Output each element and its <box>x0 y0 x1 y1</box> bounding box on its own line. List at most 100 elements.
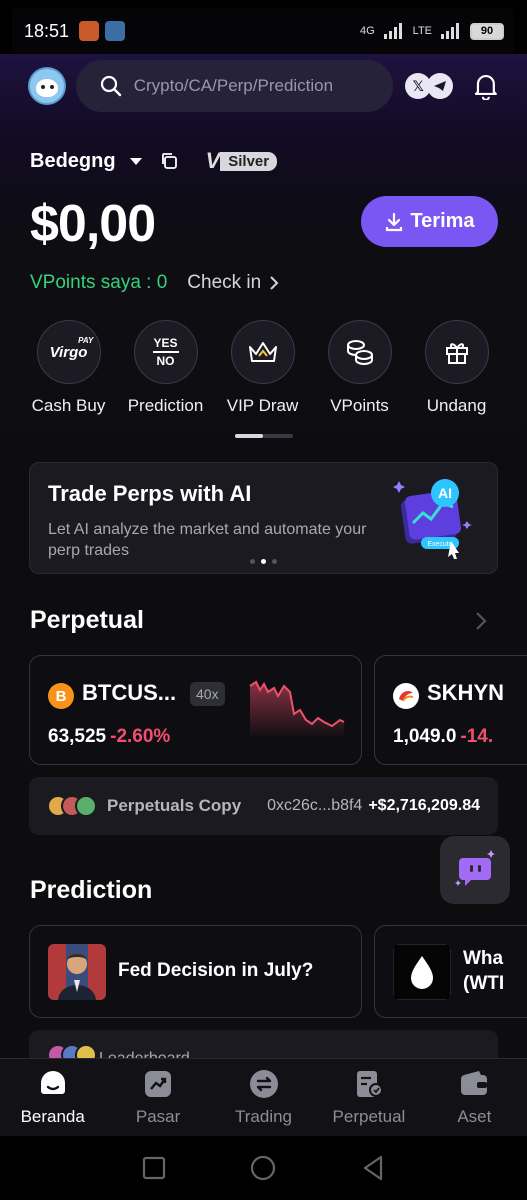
copy-amount: +$2,716,209.84 <box>368 797 480 814</box>
svg-text:AI: AI <box>438 485 452 501</box>
document-chart-icon <box>356 1071 383 1097</box>
quick-action-label: VIP Draw <box>226 396 299 415</box>
ai-trading-illustration: AI Execute <box>393 479 472 559</box>
oil-drop-icon <box>393 944 451 1000</box>
tab-assets[interactable]: Aset <box>422 1059 527 1136</box>
signal-icon <box>383 23 402 39</box>
perp-card-skhynix[interactable]: SKHYN 1,049.0 -14. <box>374 655 527 765</box>
account-name[interactable]: Bedegng <box>30 150 116 173</box>
top-bar: 𝕏 <box>28 58 499 114</box>
trader-avatars <box>47 1044 97 1058</box>
coins-icon <box>327 320 392 384</box>
perp-price: 1,049.0 -14. <box>393 726 494 747</box>
perp-symbol: BTCUS... <box>82 680 177 705</box>
quick-action-label: VPoints <box>330 396 389 415</box>
app-screen: 𝕏 Bedegng V Silver $0,00 Terima VPoints … <box>0 54 527 1058</box>
search-bar[interactable] <box>75 60 394 112</box>
prediction-question: Fed Decision in July? <box>118 960 314 981</box>
wallet-icon <box>461 1071 488 1095</box>
telegram-icon[interactable] <box>427 73 454 99</box>
recent-apps-icon[interactable] <box>142 1156 166 1180</box>
tab-perpetual[interactable]: Perpetual <box>316 1059 421 1136</box>
home-button-icon[interactable] <box>249 1154 277 1182</box>
tab-label: Pasar <box>135 1107 181 1126</box>
trader-avatars <box>47 795 97 817</box>
tab-label: Perpetual <box>332 1107 406 1126</box>
leaderboard-label: Leaderboard <box>99 1050 190 1058</box>
promo-banner[interactable]: Trade Perps with AI Let AI analyze the m… <box>29 462 498 574</box>
perp-symbol: SKHYN <box>427 680 505 705</box>
notification-app-icon <box>79 21 100 41</box>
balance-amount: $0,00 <box>30 195 156 253</box>
quick-action-label: Undang <box>426 396 487 415</box>
bitcoin-icon: B <box>48 683 74 709</box>
tab-home[interactable]: Beranda <box>0 1059 105 1136</box>
quick-actions-pager <box>235 434 293 438</box>
svg-text:Execute: Execute <box>427 541 452 548</box>
ai-assistant-button[interactable] <box>440 836 510 904</box>
notification-app-icon-2 <box>105 21 126 41</box>
tab-market[interactable]: Pasar <box>105 1059 210 1136</box>
chevron-right-icon[interactable] <box>269 275 279 291</box>
quick-action-label: Cash Buy <box>31 396 106 415</box>
fed-chair-photo <box>48 944 106 1000</box>
chat-bot-icon <box>455 850 495 886</box>
vpoints-label[interactable]: VPoints saya : 0 <box>30 272 167 294</box>
copy-address: 0xc26c...b8f4 <box>267 797 363 814</box>
yes-no-icon: YES NO <box>133 320 198 384</box>
chevron-right-icon[interactable] <box>474 610 488 632</box>
download-icon <box>386 212 403 231</box>
system-navigation-bar <box>0 1136 527 1200</box>
tab-label: Trading <box>235 1107 293 1126</box>
leverage-badge: 40x <box>190 682 225 706</box>
perp-price: 63,525 -2.60% <box>48 726 171 747</box>
receive-label: Terima <box>410 210 475 232</box>
social-links[interactable]: 𝕏 <box>405 73 454 99</box>
chart-icon <box>145 1071 172 1097</box>
banner-dots <box>250 559 277 564</box>
gift-icon <box>424 320 489 384</box>
home-icon <box>40 1071 65 1094</box>
bottom-tab-bar: Beranda Pasar Trading Perpetual Aset <box>0 1058 527 1136</box>
perpetual-title: Perpetual <box>30 606 144 634</box>
quick-action-vpoints[interactable]: VPoints <box>311 320 408 416</box>
tier-badge[interactable]: V Silver <box>206 148 278 174</box>
prediction-question: Wha (WTI <box>463 948 505 994</box>
perp-change: -14. <box>460 726 494 747</box>
copy-label: Perpetuals Copy <box>107 796 242 815</box>
tab-label: Aset <box>457 1107 492 1126</box>
bell-icon[interactable] <box>473 72 499 100</box>
status-bar: 18:51 4G LTE 90 <box>12 8 514 54</box>
chevron-down-icon[interactable] <box>129 157 142 165</box>
network-type-2: LTE <box>412 25 432 37</box>
perpetuals-copy-bar[interactable]: Perpetuals Copy 0xc26c...b8f4 +$2,716,20… <box>29 777 498 835</box>
quick-action-prediction[interactable]: YES NO Prediction <box>117 320 214 416</box>
virgo-pay-icon: Virgo PAY <box>36 320 101 384</box>
tab-label: Beranda <box>20 1107 85 1126</box>
copy-icon[interactable] <box>160 152 178 170</box>
network-type: 4G <box>359 25 375 37</box>
signal-icon-2 <box>441 23 459 39</box>
checkin-link[interactable]: Check in <box>187 272 261 294</box>
search-input[interactable] <box>133 76 374 96</box>
perp-change: -2.60% <box>110 726 171 747</box>
tier-label: Silver <box>220 151 278 171</box>
prediction-title: Prediction <box>30 876 153 904</box>
prediction-card-oil[interactable]: Wha (WTI <box>374 925 527 1018</box>
avatar[interactable] <box>28 67 66 105</box>
perp-card-btc[interactable]: B BTCUS... 40x 63,525 -2.60% <box>29 655 362 765</box>
leaderboard-bar[interactable]: Leaderboard <box>29 1030 498 1058</box>
quick-action-label: Prediction <box>127 396 204 415</box>
quick-action-cash-buy[interactable]: Virgo PAY Cash Buy <box>20 320 117 416</box>
account-row: Bedegng V Silver <box>30 148 278 174</box>
crown-icon <box>230 320 295 384</box>
quick-action-invite[interactable]: Undang <box>408 320 505 416</box>
back-icon[interactable] <box>361 1155 385 1181</box>
receive-button[interactable]: Terima <box>361 196 498 247</box>
vpoints-row: VPoints saya : 0 Check in <box>30 272 279 294</box>
prediction-card-fed[interactable]: Fed Decision in July? <box>29 925 362 1018</box>
swap-icon <box>249 1070 278 1098</box>
quick-action-vip-draw[interactable]: VIP Draw <box>214 320 311 416</box>
tab-trading[interactable]: Trading <box>211 1059 316 1136</box>
clock: 18:51 <box>24 20 70 41</box>
